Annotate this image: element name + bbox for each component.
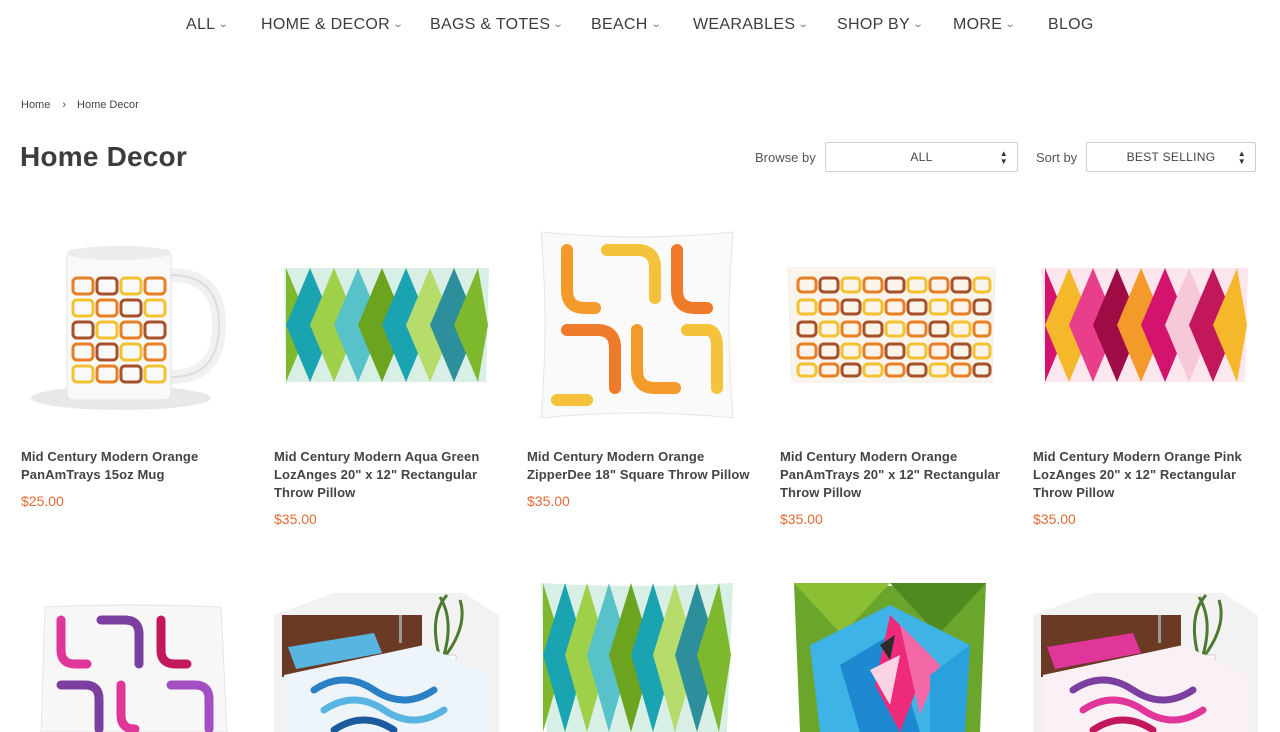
select-arrows-icon: ▲ ▼ — [1237, 149, 1246, 166]
product-price: $35.00 — [1033, 511, 1076, 527]
product-image — [540, 231, 734, 419]
nav-beach[interactable]: BEACH ⌄ — [591, 16, 662, 34]
product-card[interactable] — [274, 575, 504, 732]
product-image — [541, 583, 733, 732]
nav-all-label: ALL — [186, 16, 216, 33]
product-image — [787, 267, 996, 383]
sort-by-value: BEST SELLING — [1126, 150, 1216, 164]
nav-wearables-label: WEARABLES — [693, 16, 796, 33]
product-image — [284, 268, 489, 382]
nav-blog-label: BLOG — [1048, 16, 1094, 33]
browse-by-label: Browse by — [755, 150, 816, 165]
product-price: $25.00 — [21, 493, 64, 509]
chevron-down-icon: ⌄ — [1004, 19, 1017, 30]
breadcrumb-separator: › — [62, 99, 67, 111]
product-price: $35.00 — [527, 493, 570, 509]
product-card[interactable]: Mid Century Modern Orange PanAmTrays 15o… — [21, 220, 251, 520]
product-name[interactable]: Mid Century Modern Orange ZipperDee 18" … — [527, 448, 752, 484]
chevron-down-icon: ⌄ — [797, 19, 810, 30]
product-image — [31, 246, 227, 410]
nav-bags-totes[interactable]: BAGS & TOTES ⌄ — [430, 16, 565, 34]
nav-all[interactable]: ALL ⌄ — [186, 16, 230, 34]
chevron-down-icon: ⌄ — [912, 19, 924, 30]
breadcrumb-current: Home Decor — [77, 99, 139, 111]
breadcrumb-home-link[interactable]: Home — [21, 99, 50, 111]
product-name[interactable]: Mid Century Modern Orange PanAmTrays 15o… — [21, 448, 246, 484]
product-card[interactable] — [21, 575, 251, 732]
nav-blog[interactable]: BLOG — [1048, 16, 1094, 34]
product-image — [1033, 575, 1258, 732]
sort-by-label: Sort by — [1036, 150, 1078, 165]
product-card[interactable]: Mid Century Modern Orange PanAmTrays 20"… — [780, 220, 1010, 530]
breadcrumb: Home › Home Decor — [21, 99, 139, 111]
page-title: Home Decor — [20, 141, 187, 172]
product-card[interactable]: Mid Century Modern Orange ZipperDee 18" … — [527, 220, 757, 520]
chevron-down-icon: ⌄ — [553, 19, 565, 30]
product-card[interactable] — [527, 575, 757, 732]
product-image — [274, 575, 499, 732]
chevron-down-icon: ⌄ — [650, 19, 662, 30]
sort-by-select[interactable]: BEST SELLING ▲ ▼ — [1086, 142, 1256, 172]
product-image — [40, 604, 228, 732]
product-card[interactable] — [1033, 575, 1263, 732]
product-name[interactable]: Mid Century Modern Orange Pink LozAnges … — [1033, 448, 1258, 502]
nav-shop-by[interactable]: SHOP BY ⌄ — [837, 16, 924, 34]
product-card[interactable] — [780, 575, 1010, 732]
nav-more-label: MORE — [953, 16, 1003, 33]
nav-bags-totes-label: BAGS & TOTES — [430, 16, 551, 33]
product-image — [794, 583, 986, 732]
nav-home-decor-label: HOME & DECOR — [261, 16, 390, 33]
nav-shop-by-label: SHOP BY — [837, 16, 910, 33]
chevron-down-icon: ⌄ — [218, 19, 230, 30]
browse-by-value: ALL — [910, 150, 933, 164]
product-card[interactable]: Mid Century Modern Orange Pink LozAnges … — [1033, 220, 1263, 530]
chevron-down-icon: ⌄ — [392, 19, 404, 30]
nav-home-decor[interactable]: HOME & DECOR ⌄ — [261, 16, 404, 34]
nav-wearables[interactable]: WEARABLES ⌄ — [693, 16, 810, 34]
product-name[interactable]: Mid Century Modern Orange PanAmTrays 20"… — [780, 448, 1005, 502]
product-price: $35.00 — [780, 511, 823, 527]
product-price: $35.00 — [274, 511, 317, 527]
nav-beach-label: BEACH — [591, 16, 648, 33]
product-card[interactable]: Mid Century Modern Aqua Green LozAnges 2… — [274, 220, 504, 530]
product-name[interactable]: Mid Century Modern Aqua Green LozAnges 2… — [274, 448, 499, 502]
browse-by-select[interactable]: ALL ▲ ▼ — [825, 142, 1018, 172]
product-image — [1041, 268, 1248, 382]
select-arrows-icon: ▲ ▼ — [999, 149, 1008, 166]
nav-more[interactable]: MORE ⌄ — [953, 16, 1017, 34]
main-navigation: ALL ⌄ HOME & DECOR ⌄ BAGS & TOTES ⌄ BEACH ⌄ … — [0, 0, 1280, 52]
